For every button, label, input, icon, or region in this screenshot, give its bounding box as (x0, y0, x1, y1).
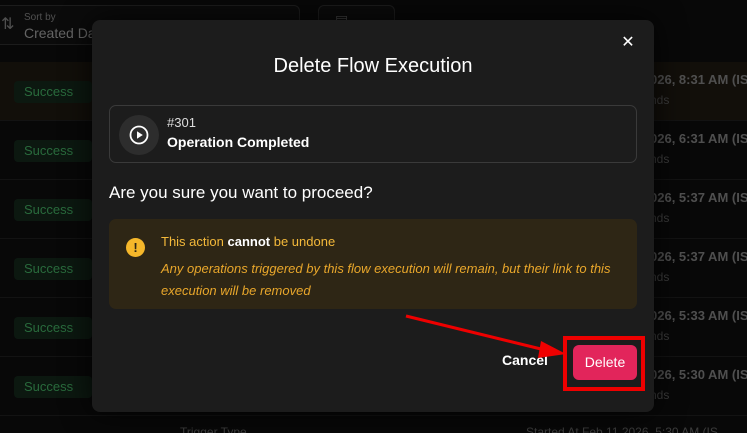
annotation-highlight-box (563, 336, 645, 391)
